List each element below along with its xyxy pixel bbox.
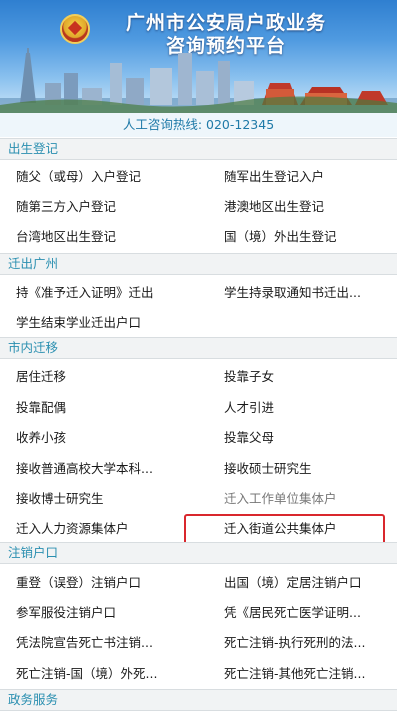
- menu-item[interactable]: 投靠父母: [224, 425, 389, 451]
- menu-item[interactable]: 死亡注销-执行死刑的法...: [224, 630, 389, 656]
- menu-item[interactable]: 学生持录取通知书迁出...: [224, 280, 389, 306]
- menu-item[interactable]: 随父（或母）入户登记: [16, 164, 186, 190]
- title-line-1: 广州市公安局户政业务: [125, 12, 326, 34]
- menu-item[interactable]: 国（境）外出生登记: [224, 224, 389, 250]
- menu-item[interactable]: 收养小孩: [16, 425, 186, 451]
- hotline-text: 人工咨询热线: 020-12345: [0, 113, 397, 137]
- menu-item[interactable]: 死亡注销-国（境）外死...: [16, 661, 186, 687]
- menu-item[interactable]: 投靠子女: [224, 364, 389, 390]
- section-cancel-registration: 注销户口: [0, 542, 397, 564]
- menu-item[interactable]: 出国（境）定居注销户口: [224, 570, 389, 596]
- menu-item[interactable]: 接收普通高校大学本科...: [16, 456, 186, 482]
- menu-item[interactable]: 接收硕士研究生: [224, 456, 389, 482]
- menu-item[interactable]: 重登（误登）注销户口: [16, 570, 186, 596]
- menu-item[interactable]: 投靠配偶: [16, 395, 186, 421]
- menu-item[interactable]: 接收博士研究生: [16, 486, 186, 512]
- section-government-services: 政务服务: [0, 689, 397, 711]
- section-birth-registration: 出生登记: [0, 138, 397, 160]
- menu-item[interactable]: 随军出生登记入户: [224, 164, 389, 190]
- section-intra-city-migration: 市内迁移: [0, 337, 397, 359]
- city-skyline-illustration: [0, 48, 397, 113]
- police-emblem-icon: [60, 14, 90, 44]
- menu-item[interactable]: 迁入工作单位集体户: [224, 486, 389, 512]
- menu-item[interactable]: 死亡注销-其他死亡注销...: [224, 661, 389, 687]
- menu-item[interactable]: 迁入人力资源集体户: [16, 516, 186, 542]
- menu-item[interactable]: 港澳地区出生登记: [224, 194, 389, 220]
- section-move-out-guangzhou: 迁出广州: [0, 253, 397, 275]
- menu-item[interactable]: 学生结束学业迁出户口: [16, 310, 186, 336]
- menu-item[interactable]: 台湾地区出生登记: [16, 224, 186, 250]
- menu-item[interactable]: 居住迁移: [16, 364, 186, 390]
- menu-item[interactable]: 凭《居民死亡医学证明...: [224, 600, 389, 626]
- menu-item[interactable]: 凭法院宣告死亡书注销...: [16, 630, 186, 656]
- header-banner: 广州市公安局户政业务 咨询预约平台: [0, 0, 397, 113]
- menu-item[interactable]: 随第三方入户登记: [16, 194, 186, 220]
- menu-item[interactable]: 参军服役注销户口: [16, 600, 186, 626]
- menu-item[interactable]: 人才引进: [224, 395, 389, 421]
- menu-item[interactable]: 持《准予迁入证明》迁出: [16, 280, 186, 306]
